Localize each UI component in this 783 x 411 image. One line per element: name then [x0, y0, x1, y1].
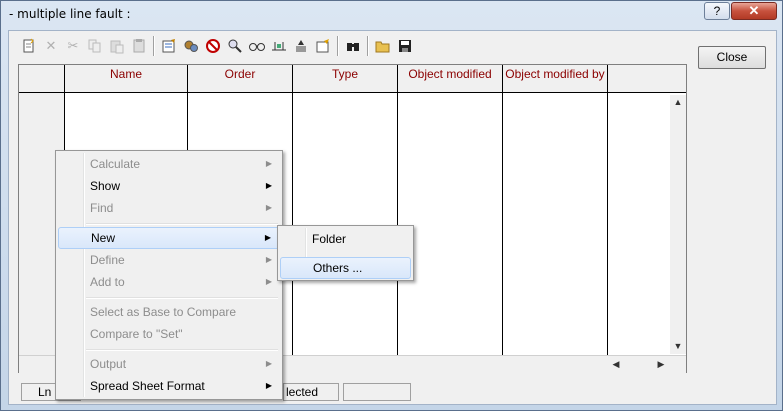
copy-icon[interactable] — [84, 35, 106, 57]
status-selected: lected — [283, 383, 339, 401]
toolbar-separator — [337, 36, 339, 56]
menu-item-spread-sheet-format[interactable]: Spread Sheet Format ▶ — [58, 375, 280, 397]
glasses-icon[interactable] — [246, 35, 268, 57]
edit-object-icon[interactable] — [312, 35, 334, 57]
binoculars-icon[interactable] — [342, 35, 364, 57]
column-header-type[interactable]: Type — [293, 65, 398, 93]
submenu-item-folder[interactable]: Folder — [280, 228, 411, 250]
connect-icon[interactable] — [268, 35, 290, 57]
scroll-right-icon[interactable]: ▶ — [654, 357, 668, 371]
column-object-modified-by — [503, 93, 608, 356]
submenu-item-others[interactable]: Others ... — [280, 257, 411, 279]
vertical-scrollbar[interactable]: ▲ ▼ — [670, 95, 686, 354]
menu-item-label: Compare to "Set" — [90, 327, 183, 341]
window-title: - multiple line fault : — [9, 7, 131, 21]
toolbar-separator — [367, 36, 369, 56]
menu-item-label: Others ... — [313, 261, 363, 275]
edit-icon[interactable] — [158, 35, 180, 57]
column-header-order[interactable]: Order — [188, 65, 293, 93]
menu-item-label: Define — [90, 253, 125, 267]
cut-icon[interactable]: ✂ — [62, 35, 84, 57]
menu-item-label: New — [91, 231, 116, 245]
menu-separator — [86, 349, 278, 351]
menu-item-label: Select as Base to Compare — [90, 305, 237, 319]
submenu-arrow-icon: ▶ — [265, 203, 272, 212]
menu-item-label: Find — [90, 201, 114, 215]
new-icon[interactable] — [18, 35, 40, 57]
row-header-corner — [19, 65, 65, 93]
new-submenu: Folder Others ... — [277, 225, 414, 281]
paste-special-icon[interactable] — [128, 35, 150, 57]
context-menu: Calculate ▶ Show ▶ Find ▶ New ▶ Define ▶ Add … — [55, 150, 283, 400]
help-button[interactable]: ? — [704, 2, 730, 20]
menu-item-new[interactable]: New ▶ — [58, 227, 280, 249]
column-header-object-modified[interactable]: Object modified — [398, 65, 503, 93]
open-folder-icon[interactable] — [372, 35, 394, 57]
submenu-arrow-icon: ▶ — [265, 159, 272, 168]
mark-icon[interactable] — [290, 35, 312, 57]
menu-item-show[interactable]: Show ▶ — [58, 175, 280, 197]
menu-item-label: Folder — [312, 232, 347, 246]
column-header-name[interactable]: Name — [65, 65, 188, 93]
window-close-button[interactable]: ✕ — [731, 2, 777, 20]
menu-item-find[interactable]: Find ▶ — [58, 197, 280, 219]
column-header-empty — [608, 65, 686, 93]
submenu-arrow-icon: ▶ — [265, 255, 272, 264]
menu-item-add-to[interactable]: Add to ▶ — [58, 271, 280, 293]
disable-icon[interactable] — [202, 35, 224, 57]
menu-item-label: Calculate — [90, 157, 141, 171]
toolbar: ✕ ✂ — [18, 34, 416, 58]
menu-item-label: Output — [90, 357, 127, 371]
delete-icon[interactable]: ✕ — [40, 35, 62, 57]
paste-icon[interactable] — [106, 35, 128, 57]
menu-separator — [86, 223, 278, 225]
column-header-object-modified-by[interactable]: Object modified by — [503, 65, 608, 93]
find-icon[interactable] — [224, 35, 246, 57]
menu-item-label: Show — [90, 179, 121, 193]
menu-item-define[interactable]: Define ▶ — [58, 249, 280, 271]
scroll-up-icon[interactable]: ▲ — [671, 95, 685, 109]
menu-item-compare-to-set[interactable]: Compare to "Set" — [58, 323, 280, 345]
menu-item-output[interactable]: Output ▶ — [58, 353, 280, 375]
save-icon[interactable] — [394, 35, 416, 57]
submenu-arrow-icon: ▶ — [265, 277, 272, 286]
scroll-down-icon[interactable]: ▼ — [671, 339, 685, 353]
submenu-arrow-icon: ▶ — [264, 233, 271, 242]
menu-separator — [86, 297, 278, 299]
menu-item-label: Spread Sheet Format — [90, 379, 205, 393]
menu-item-calculate[interactable]: Calculate ▶ — [58, 153, 280, 175]
submenu-arrow-icon: ▶ — [265, 181, 272, 190]
menu-item-label: Add to — [90, 275, 125, 289]
status-empty — [343, 383, 411, 401]
submenu-arrow-icon: ▶ — [265, 359, 272, 368]
toolbar-separator — [153, 36, 155, 56]
submenu-arrow-icon: ▶ — [265, 381, 272, 390]
calculate-icon[interactable] — [180, 35, 202, 57]
close-button[interactable]: Close — [698, 46, 766, 69]
menu-item-select-as-base[interactable]: Select as Base to Compare — [58, 301, 280, 323]
title-bar[interactable]: - multiple line fault : ? ✕ — [1, 1, 782, 29]
scroll-left-icon[interactable]: ◀ — [609, 357, 623, 371]
